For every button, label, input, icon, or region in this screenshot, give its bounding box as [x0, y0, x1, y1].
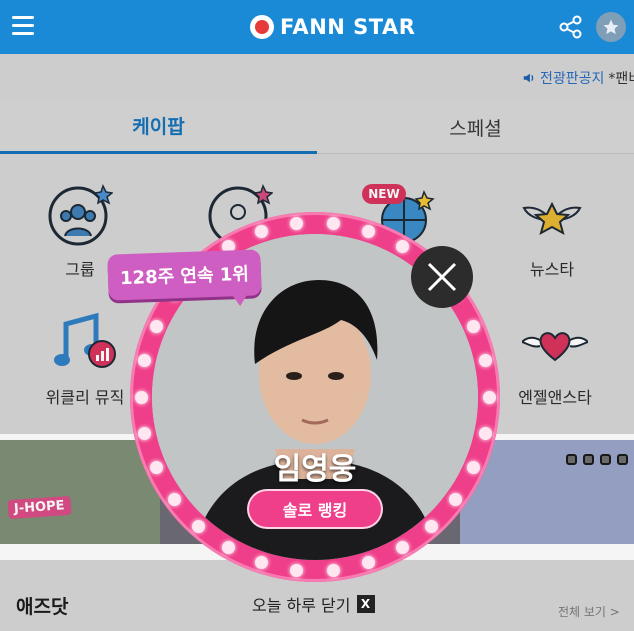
popup-close-button[interactable] — [411, 246, 473, 308]
close-icon — [427, 262, 457, 292]
ring-bulb — [192, 519, 206, 533]
fannstar-logo-icon — [250, 15, 274, 39]
ring-bulb — [221, 541, 235, 555]
ring-bulb — [254, 225, 268, 239]
ring-bulb — [254, 555, 268, 569]
ring-bulb — [449, 492, 463, 506]
close-today-button[interactable]: 오늘 하루 닫기 X — [252, 592, 375, 616]
app-screen: FANN STAR 전광판공지 *팬비 — [0, 0, 634, 631]
close-today-label: 오늘 하루 닫기 — [252, 596, 351, 615]
star-icon — [603, 19, 619, 35]
ring-bulb — [482, 390, 496, 404]
ring-bulb — [326, 563, 340, 577]
ring-bulb — [149, 319, 163, 333]
ring-bulb — [134, 390, 148, 404]
artist-name: 임영웅 — [273, 452, 357, 487]
solo-ranking-button[interactable]: 솔로 랭킹 — [249, 491, 381, 527]
streak-badge: 128주 연속 1위 — [107, 249, 262, 301]
brand-logo[interactable]: FANN STAR — [250, 12, 415, 42]
ring-bulb — [478, 426, 492, 440]
ring-bulb — [395, 239, 409, 253]
brand-text: FANN STAR — [280, 15, 416, 39]
favorite-star-button[interactable] — [596, 12, 626, 42]
ring-bulb — [149, 461, 163, 475]
ring-bulb — [478, 354, 492, 368]
share-icon[interactable] — [558, 14, 584, 40]
ring-bulb — [138, 426, 152, 440]
close-today-x-icon[interactable]: X — [356, 595, 375, 613]
ring-bulb — [424, 519, 438, 533]
ring-bulb — [395, 541, 409, 555]
top-header: FANN STAR — [0, 0, 634, 54]
ring-bulb — [167, 492, 181, 506]
ring-bulb — [290, 563, 304, 577]
menu-icon[interactable] — [12, 16, 34, 36]
